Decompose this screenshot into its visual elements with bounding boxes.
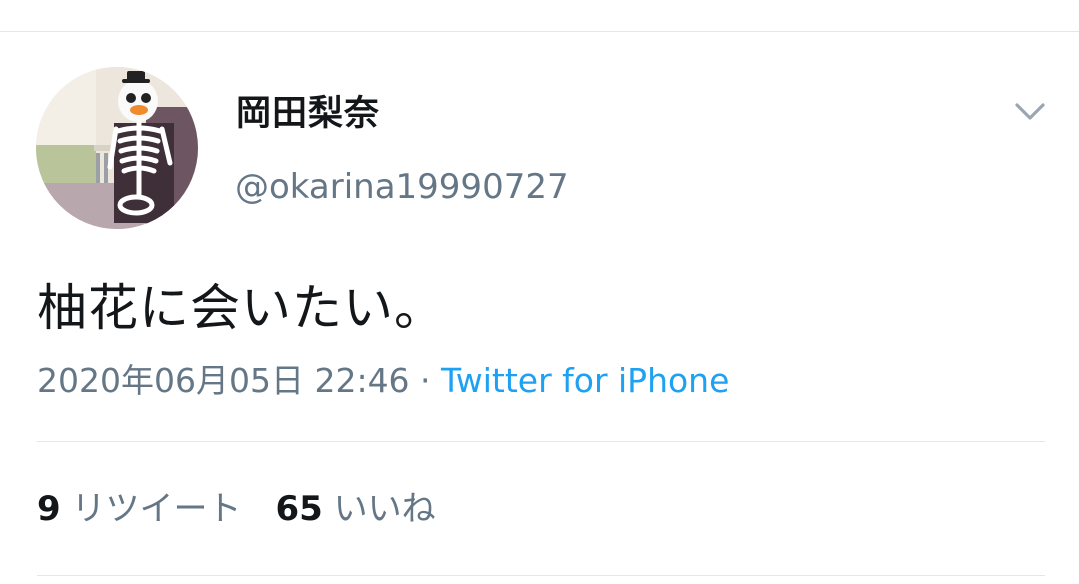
tweet-source-link[interactable]: Twitter for iPhone [441, 361, 729, 400]
stats-bottom-divider [37, 575, 1045, 576]
stats-top-divider [37, 441, 1045, 442]
tweet-stats: 9 リツイート 65 いいね [37, 488, 436, 530]
avatar[interactable] [36, 67, 198, 229]
chevron-down-icon[interactable] [1013, 98, 1047, 124]
avatar-image [36, 67, 198, 229]
like-count: 65 [275, 489, 323, 529]
like-label: いいね [333, 489, 436, 529]
meta-separator: · [409, 361, 442, 400]
author-handle[interactable]: @okarina19990727 [235, 167, 569, 207]
tweet-timestamp[interactable]: 2020年06月05日 22:46 [37, 361, 410, 400]
retweet-count: 9 [37, 489, 61, 529]
retweet-label: リツイート [71, 489, 242, 529]
author-name[interactable]: 岡田梨奈 [236, 94, 380, 134]
tweet-text: 柚花に会いたい。 [37, 279, 445, 337]
like-stat[interactable]: 65 いいね [275, 489, 435, 529]
retweet-stat[interactable]: 9 リツイート [37, 489, 241, 529]
tweet-meta: 2020年06月05日 22:46 · Twitter for iPhone [37, 360, 729, 402]
top-divider [0, 31, 1079, 32]
